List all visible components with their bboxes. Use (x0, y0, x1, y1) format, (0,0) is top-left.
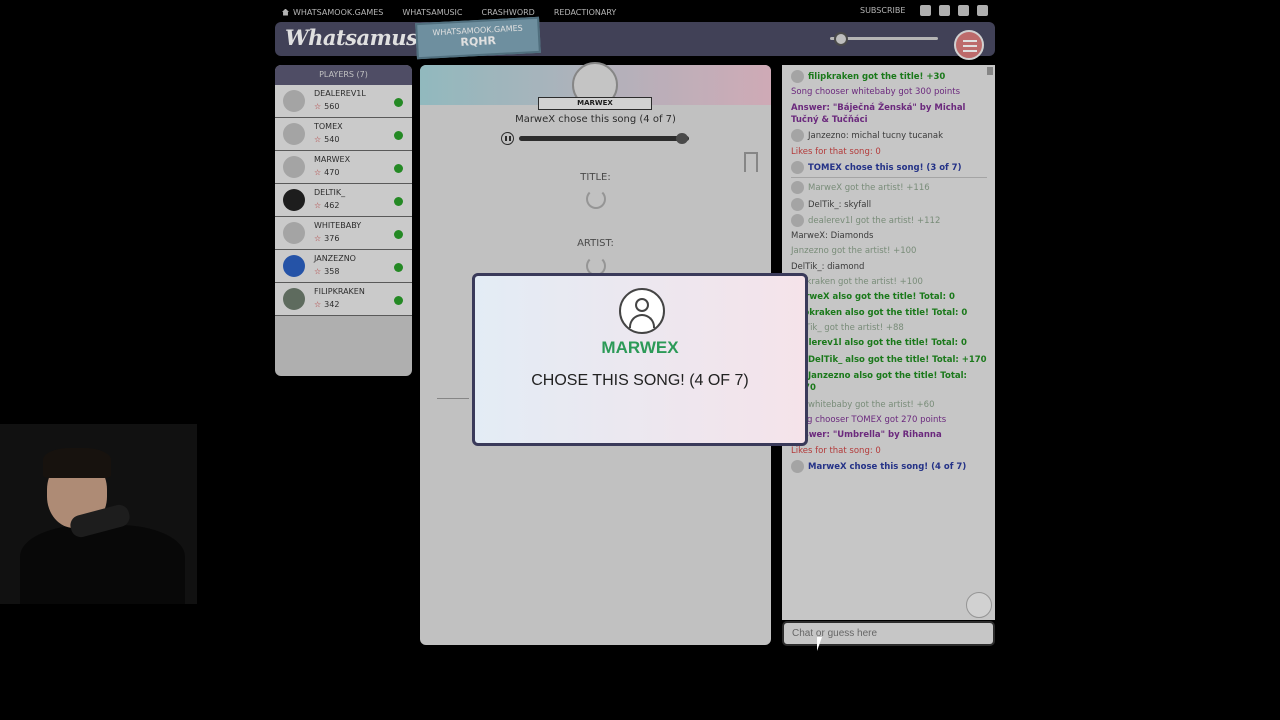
chooser-modal: MARWEX CHOSE THIS SONG! (4 OF 7) (472, 273, 808, 446)
modal-message: CHOSE THIS SONG! (4 OF 7) (531, 372, 749, 389)
modal-player-name: MARWEX (601, 338, 679, 357)
avatar-body (629, 314, 655, 328)
user-avatar-icon (619, 288, 665, 334)
mouse-cursor-icon (817, 637, 827, 651)
avatar-head (635, 298, 649, 312)
